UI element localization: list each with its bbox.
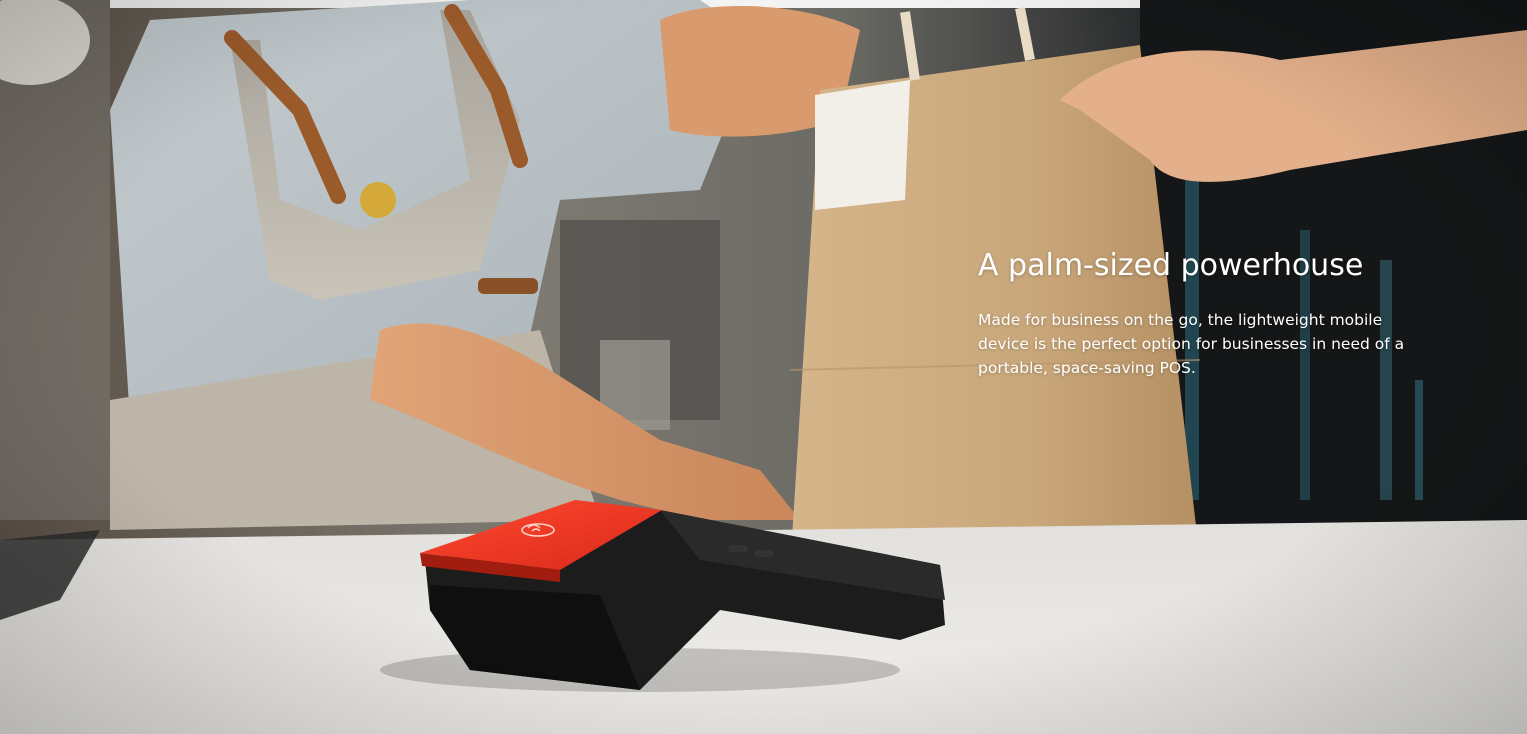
hero-copy: A palm-sized powerhouse Made for busines… bbox=[978, 246, 1448, 380]
hero-banner: A palm-sized powerhouse Made for busines… bbox=[0, 0, 1527, 734]
hero-title: A palm-sized powerhouse bbox=[978, 248, 1364, 283]
hero-description: Made for business on the go, the lightwe… bbox=[978, 311, 1405, 377]
